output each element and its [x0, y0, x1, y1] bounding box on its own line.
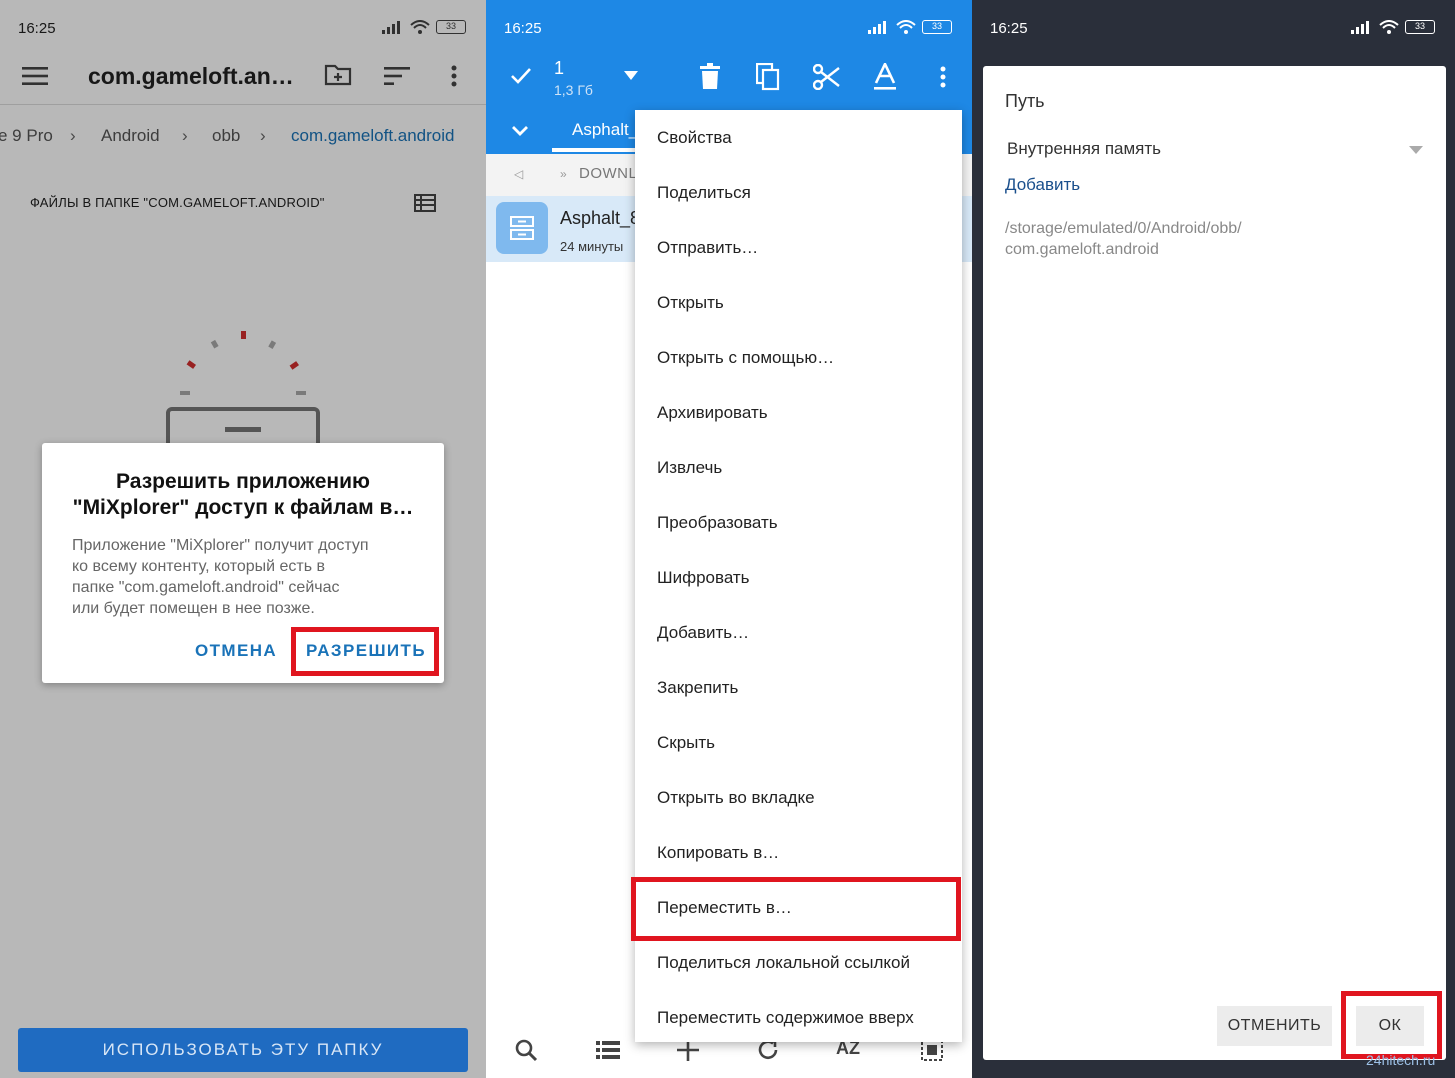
menu-item-properties[interactable]: Свойства	[657, 128, 732, 148]
delete-icon[interactable]	[700, 63, 720, 89]
tab-indicator	[552, 148, 636, 152]
menu-item-open[interactable]: Открыть	[657, 293, 724, 313]
list-view-icon[interactable]	[596, 1040, 620, 1060]
menu-item-pin[interactable]: Закрепить	[657, 678, 738, 698]
selection-size: 1,3 Гб	[554, 82, 593, 98]
dialog-message-line: Приложение "MiXplorer" получит доступ	[72, 537, 369, 554]
dialog-message-line: папке "com.gameloft.android" сейчас	[72, 579, 340, 596]
status-time: 16:25	[504, 20, 542, 37]
wifi-icon	[896, 20, 916, 34]
path-label[interactable]: DOWNL	[579, 165, 637, 182]
highlight-box	[631, 877, 961, 941]
chevron-down-icon[interactable]	[512, 126, 528, 136]
archive-icon	[496, 202, 548, 254]
copy-icon[interactable]	[756, 63, 780, 91]
watermark: 24hitech.ru	[1366, 1052, 1436, 1068]
menu-item-open-in-tab[interactable]: Открыть во вкладке	[657, 788, 815, 808]
menu-item-send[interactable]: Отправить…	[657, 238, 758, 258]
more-icon[interactable]	[939, 66, 947, 88]
search-icon[interactable]	[514, 1038, 538, 1062]
menu-item-hide[interactable]: Скрыть	[657, 733, 715, 753]
menu-item-share[interactable]: Поделиться	[657, 183, 751, 203]
status-time: 16:25	[990, 20, 1028, 37]
dropdown-arrow-icon[interactable]	[624, 71, 638, 80]
menu-item-move-contents-up[interactable]: Переместить содержимое вверх	[657, 1008, 914, 1028]
file-time: 24 минуты	[560, 239, 624, 254]
dialog-message-line: или будет помещен в нее позже.	[72, 600, 315, 617]
dialog-title: Разрешить приложению "MiXplorer" доступ …	[62, 469, 424, 521]
menu-item-share-local-link[interactable]: Поделиться локальной ссылкой	[657, 953, 910, 973]
menu-item-add[interactable]: Добавить…	[657, 623, 749, 643]
menu-item-extract[interactable]: Извлечь	[657, 458, 722, 478]
check-icon[interactable]	[510, 67, 532, 85]
cancel-button[interactable]: ОТМЕНИТЬ	[1217, 1006, 1332, 1046]
path-line: com.gameloft.android	[1005, 241, 1159, 258]
highlight-box	[1341, 991, 1442, 1059]
menu-item-convert[interactable]: Преобразовать	[657, 513, 778, 533]
status-bar: 16:25 33	[972, 0, 1455, 56]
file-name: Asphalt_8	[560, 208, 641, 228]
path-line: /storage/emulated/0/Android/obb/	[1005, 220, 1242, 237]
path-separator-icon: »	[560, 167, 567, 181]
back-arrow-icon[interactable]: ◁	[514, 167, 523, 181]
signal-icon	[868, 21, 886, 34]
battery-icon: 33	[1405, 20, 1435, 34]
add-link[interactable]: Добавить	[1005, 175, 1080, 195]
signal-icon	[1351, 21, 1369, 34]
selection-count: 1	[554, 58, 565, 78]
right-screen: 16:25 33 Путь Внутренняя память Добавить…	[972, 0, 1455, 1078]
dialog-title: Путь	[1005, 91, 1045, 111]
tab-asphalt[interactable]: Asphalt_	[572, 120, 638, 140]
menu-item-encrypt[interactable]: Шифровать	[657, 568, 750, 588]
use-folder-button[interactable]: ИСПОЛЬЗОВАТЬ ЭТУ ПАПКУ	[18, 1028, 468, 1072]
dialog-title-line: Разрешить приложению	[116, 470, 370, 493]
status-icons: 33	[1351, 20, 1435, 34]
cancel-button[interactable]: ОТМЕНА	[195, 641, 277, 661]
left-screen: 16:25 33 com.gameloft.an… e 9 Pro › Andr…	[0, 0, 486, 1078]
highlight-box	[291, 627, 439, 676]
cut-icon[interactable]	[813, 64, 841, 90]
wifi-icon	[1379, 20, 1399, 34]
menu-item-open-with[interactable]: Открыть с помощью…	[657, 348, 834, 368]
dialog-message-line: ко всему контенту, который есть в	[72, 558, 326, 575]
middle-screen: 16:25 33 1 1,3 Гб Asphalt_ ◁ » DOWNL Asp…	[486, 0, 972, 1078]
rename-icon[interactable]	[874, 63, 896, 91]
dialog-title-line: "MiXplorer" доступ к файлам в…	[72, 496, 414, 519]
menu-item-archive[interactable]: Архивировать	[657, 403, 768, 423]
status-bar: 16:25 33	[486, 0, 972, 56]
path-dialog: Путь Внутренняя память Добавить /storage…	[983, 66, 1446, 1060]
dialog-message: Приложение "MiXplorer" получит доступ ко…	[72, 535, 418, 619]
status-icons: 33	[868, 20, 952, 34]
storage-select[interactable]: Внутренняя память	[1007, 139, 1161, 159]
dropdown-arrow-icon[interactable]	[1409, 146, 1423, 154]
battery-icon: 33	[922, 20, 952, 34]
menu-item-copy-to[interactable]: Копировать в…	[657, 843, 779, 863]
